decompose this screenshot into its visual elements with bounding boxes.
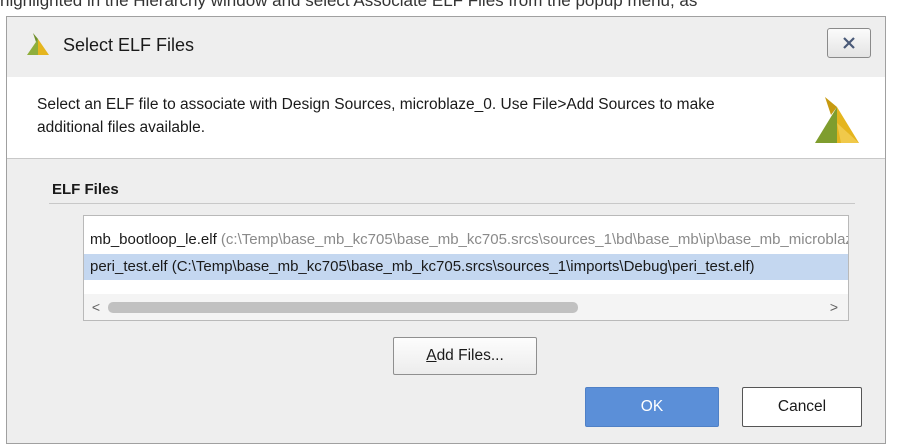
background-document-text: highlighted in the Hierarchy window and … xyxy=(0,0,902,16)
dialog-title: Select ELF Files xyxy=(63,35,195,55)
close-icon xyxy=(843,37,855,49)
scroll-right-arrow-icon[interactable]: > xyxy=(826,298,842,316)
description-panel: Select an ELF file to associate with Des… xyxy=(7,77,885,159)
cancel-button[interactable]: Cancel xyxy=(742,387,862,427)
add-files-button[interactable]: Add Files... xyxy=(393,337,537,375)
file-path: (C:\Temp\base_mb_kc705\base_mb_kc705.src… xyxy=(167,258,755,275)
file-path: (c:\Temp\base_mb_kc705\base_mb_kc705.src… xyxy=(220,231,848,248)
divider xyxy=(49,203,855,204)
list-item[interactable]: mb_bootloop_le.elf (c:\Temp\base_mb_kc70… xyxy=(84,227,848,253)
ok-button[interactable]: OK xyxy=(585,387,719,427)
select-elf-files-dialog: Select ELF Files Select an ELF file to a… xyxy=(6,16,886,444)
elf-files-label: ELF Files xyxy=(52,181,119,198)
list-item-selected[interactable]: peri_test.elf (C:\Temp\base_mb_kc705\bas… xyxy=(84,254,848,280)
scroll-thumb[interactable] xyxy=(108,302,578,313)
file-name: mb_bootloop_le.elf xyxy=(90,231,217,248)
add-files-mnemonic: A xyxy=(426,347,437,364)
horizontal-scrollbar[interactable]: < > xyxy=(84,294,848,320)
file-name: peri_test.elf xyxy=(90,258,168,275)
dialog-description: Select an ELF file to associate with Des… xyxy=(37,96,715,136)
background-text: highlighted in the Hierarchy window and … xyxy=(0,0,698,10)
title-bar: Select ELF Files xyxy=(7,17,885,77)
add-files-label: dd Files... xyxy=(436,347,504,364)
xilinx-logo-icon xyxy=(815,97,859,143)
close-button[interactable] xyxy=(827,28,871,58)
xilinx-logo-icon xyxy=(27,33,49,55)
scroll-left-arrow-icon[interactable]: < xyxy=(88,298,104,316)
elf-file-list[interactable]: mb_bootloop_le.elf (c:\Temp\base_mb_kc70… xyxy=(83,215,849,321)
